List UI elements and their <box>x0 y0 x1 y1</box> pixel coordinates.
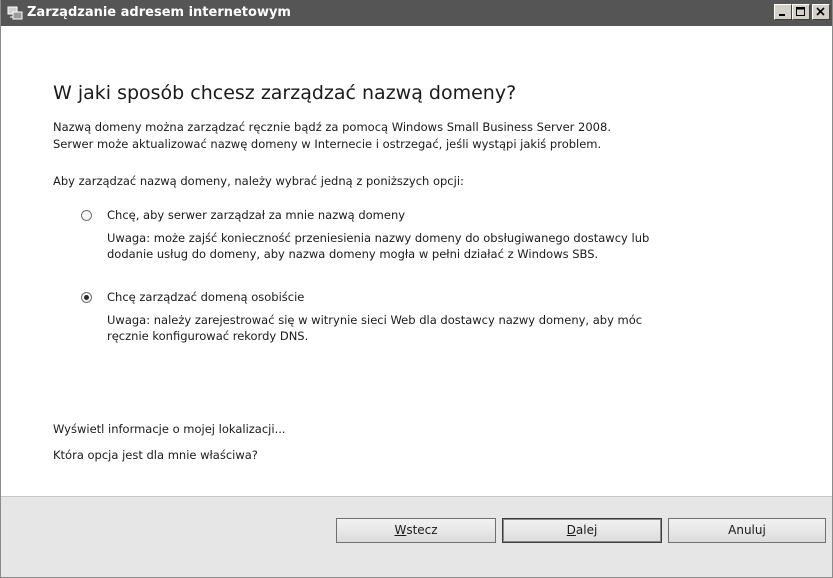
maximize-icon <box>796 7 805 16</box>
next-label-rest: alej <box>575 523 598 537</box>
intro-line-1: Nazwą domeny można zarządzać ręcznie bąd… <box>53 120 611 134</box>
option-label[interactable]: Chcę, aby serwer zarządzał za mnie nazwą… <box>107 208 405 223</box>
network-wizard-icon <box>7 6 23 20</box>
next-accelerator: D <box>566 523 576 537</box>
close-button[interactable] <box>812 4 830 20</box>
option-note-line-1: Uwaga: może zajść konieczność przeniesie… <box>107 231 650 245</box>
radio-self-managed[interactable] <box>81 292 92 303</box>
option-label[interactable]: Chcę zarządzać domeną osobiście <box>107 290 304 305</box>
which-option-link[interactable]: Która opcja jest dla mnie właściwa? <box>53 448 258 462</box>
window-title: Zarządzanie adresem internetowym <box>27 5 291 20</box>
maximize-button[interactable] <box>792 4 810 20</box>
intro-line-2: Serwer może aktualizować nazwę domeny w … <box>53 137 602 151</box>
back-label-rest: stecz <box>406 523 438 537</box>
page-title: W jaki sposób chcesz zarządzać nazwą dom… <box>53 82 517 104</box>
option-note: Uwaga: może zajść konieczność przeniesie… <box>107 230 649 262</box>
button-bar: Wstecz Dalej Anuluj <box>1 496 832 577</box>
option-note-line-2: ręcznie konfigurować rekordy DNS. <box>107 329 309 343</box>
cancel-button[interactable]: Anuluj <box>668 518 826 543</box>
window-controls <box>774 4 830 22</box>
option-note-line-2: dodanie usług do domeny, aby nazwa domen… <box>107 247 599 261</box>
wizard-content: W jaki sposób chcesz zarządzać nazwą dom… <box>1 26 832 496</box>
next-button[interactable]: Dalej <box>502 518 662 543</box>
radio-server-managed[interactable] <box>81 210 92 221</box>
option-note: Uwaga: należy zarejestrować się w witryn… <box>107 312 642 344</box>
close-icon <box>816 7 825 16</box>
minimize-button[interactable] <box>774 4 792 20</box>
option-note-line-1: Uwaga: należy zarejestrować się w witryn… <box>107 313 643 327</box>
choose-prompt: Aby zarządzać nazwą domeny, należy wybra… <box>53 174 464 188</box>
radio-selected-dot <box>84 295 89 300</box>
intro-text: Nazwą domeny można zarządzać ręcznie bąd… <box>53 119 611 153</box>
back-accelerator: W <box>394 523 407 537</box>
location-info-link[interactable]: Wyświetl informacje o mojej lokalizacji.… <box>53 422 286 436</box>
title-bar[interactable]: Zarządzanie adresem internetowym <box>1 0 832 26</box>
minimize-icon <box>779 14 785 16</box>
back-button[interactable]: Wstecz <box>336 518 496 543</box>
wizard-window: Zarządzanie adresem internetowym W jaki … <box>0 0 833 578</box>
